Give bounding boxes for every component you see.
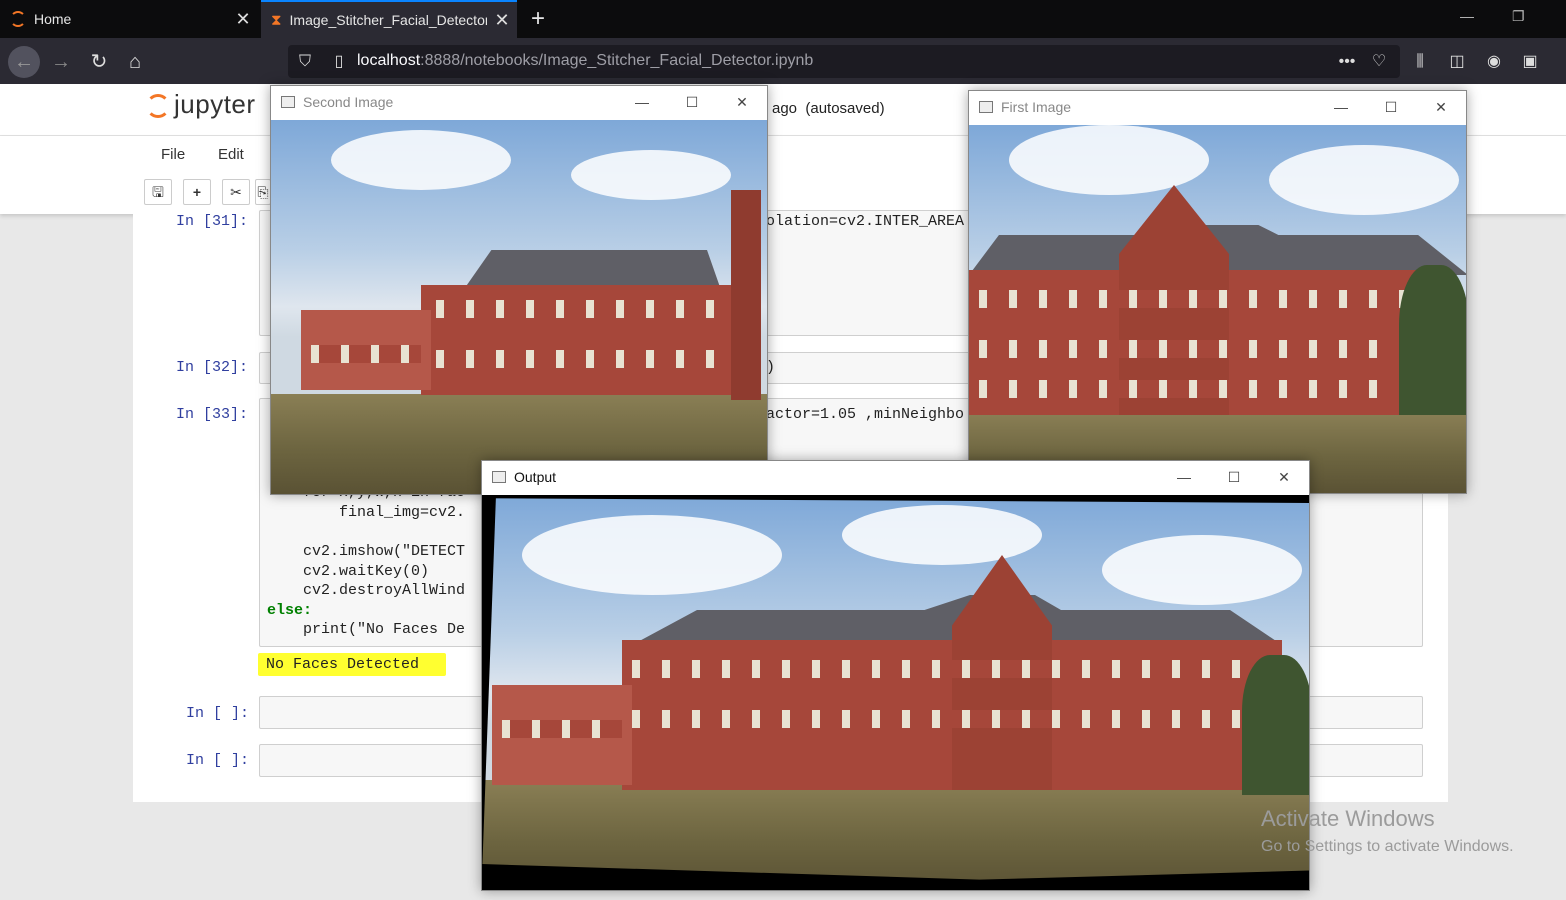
- url-host: localhost: [357, 52, 421, 69]
- copy-icon[interactable]: ⎘: [255, 179, 271, 205]
- new-tab-button[interactable]: +: [526, 5, 550, 33]
- page-icon: ▯: [334, 53, 344, 70]
- cell-output: No Faces Detected: [266, 656, 420, 673]
- close-tab-icon[interactable]: ✕: [487, 10, 517, 31]
- shield-icon[interactable]: ⛉: [294, 51, 316, 73]
- watermark-subtitle: Go to Settings to activate Windows.: [1261, 838, 1514, 855]
- cell-prompt: In [33]:: [176, 406, 249, 423]
- forward-arrow-icon[interactable]: →: [48, 49, 74, 75]
- cell-prompt: In [31]:: [176, 213, 249, 230]
- close-icon[interactable]: ✕: [717, 94, 767, 111]
- extension-icon[interactable]: ▣: [1519, 51, 1541, 73]
- cell-prompt: In [ ]:: [186, 705, 250, 722]
- watermark-title: Activate Windows: [1261, 806, 1435, 831]
- code-line: else:: [267, 602, 313, 619]
- add-cell-icon[interactable]: +: [183, 179, 211, 205]
- url-text[interactable]: localhost:8888/notebooks/Image_Stitcher_…: [357, 52, 813, 70]
- window-titlebar[interactable]: Output — ☐ ✕: [482, 461, 1309, 493]
- minimize-window-icon[interactable]: —: [1460, 8, 1474, 24]
- window-app-icon: [281, 96, 295, 108]
- window-titlebar[interactable]: Second Image — ☐ ✕: [271, 86, 767, 118]
- sidebar-icon[interactable]: ◫: [1446, 51, 1468, 73]
- maximize-icon[interactable]: ☐: [1366, 99, 1416, 116]
- activate-windows-watermark: Activate Windows Go to Settings to activ…: [1261, 806, 1514, 856]
- maximize-icon[interactable]: ☐: [1209, 469, 1259, 486]
- output-window[interactable]: Output — ☐ ✕: [481, 460, 1310, 891]
- tab-home[interactable]: Home ✕: [0, 0, 258, 38]
- cell-prompt: In [32]:: [176, 359, 249, 376]
- hourglass-icon: ⧗: [271, 11, 282, 29]
- jupyter-favicon-icon: [10, 11, 26, 27]
- save-icon[interactable]: 🖫: [144, 179, 172, 205]
- code-line: cv2.destroyAllWind: [267, 582, 466, 599]
- first-image: [969, 125, 1466, 493]
- back-arrow-icon[interactable]: ←: [8, 46, 40, 78]
- code-line: print("No Faces De: [267, 621, 466, 638]
- window-app-icon: [492, 471, 506, 483]
- window-titlebar[interactable]: First Image — ☐ ✕: [969, 91, 1466, 123]
- maximize-icon[interactable]: ☐: [667, 94, 717, 111]
- window-title: Output: [514, 469, 557, 485]
- close-tab-icon[interactable]: ✕: [228, 9, 258, 30]
- tab-label: Image_Stitcher_Facial_Detector: [289, 12, 487, 28]
- first-image-window[interactable]: First Image — ☐ ✕: [968, 90, 1467, 494]
- home-icon[interactable]: ⌂: [122, 49, 148, 75]
- code-line: olation=cv2.INTER_AREA: [766, 213, 965, 230]
- jupyter-logo-text: jupyter: [174, 89, 256, 119]
- reload-icon[interactable]: ↻: [86, 49, 112, 75]
- window-title: Second Image: [303, 94, 394, 110]
- jupyter-logo[interactable]: jupyter: [146, 89, 256, 120]
- stitched-output-image: [482, 495, 1309, 890]
- menu-edit[interactable]: Edit: [218, 146, 244, 163]
- account-icon[interactable]: ◉: [1483, 51, 1505, 73]
- cell-prompt: In [ ]:: [186, 752, 250, 769]
- window-app-icon: [979, 101, 993, 113]
- jupyter-logo-icon: [146, 94, 170, 119]
- autosave-status: ago (autosaved): [772, 100, 885, 117]
- cut-icon[interactable]: ✂: [222, 179, 250, 205]
- minimize-icon[interactable]: —: [1316, 99, 1366, 115]
- second-image-window[interactable]: Second Image — ☐ ✕: [270, 85, 768, 495]
- minimize-icon[interactable]: —: [617, 94, 667, 110]
- url-path: :8888/notebooks/Image_Stitcher_Facial_De…: [420, 52, 814, 69]
- close-icon[interactable]: ✕: [1259, 469, 1309, 486]
- pocket-icon[interactable]: ♡: [1368, 51, 1390, 73]
- code-line: final_img=cv2.: [267, 504, 466, 521]
- library-icon[interactable]: ⫼: [1409, 51, 1431, 73]
- window-title: First Image: [1001, 99, 1072, 115]
- menu-file[interactable]: File: [161, 146, 185, 163]
- close-icon[interactable]: ✕: [1416, 99, 1466, 116]
- tab-label: Home: [34, 11, 72, 27]
- minimize-icon[interactable]: —: [1159, 469, 1209, 485]
- restore-window-icon[interactable]: ❐: [1512, 8, 1525, 25]
- code-line: cv2.imshow("DETECT: [267, 543, 466, 560]
- tab-notebook[interactable]: ⧗ Image_Stitcher_Facial_Detector ✕: [261, 0, 517, 38]
- code-line: cv2.waitKey(0): [267, 563, 430, 580]
- code-line: actor=1.05 ,minNeighbo: [766, 406, 965, 423]
- second-image: [271, 120, 767, 494]
- more-icon[interactable]: •••: [1336, 51, 1358, 73]
